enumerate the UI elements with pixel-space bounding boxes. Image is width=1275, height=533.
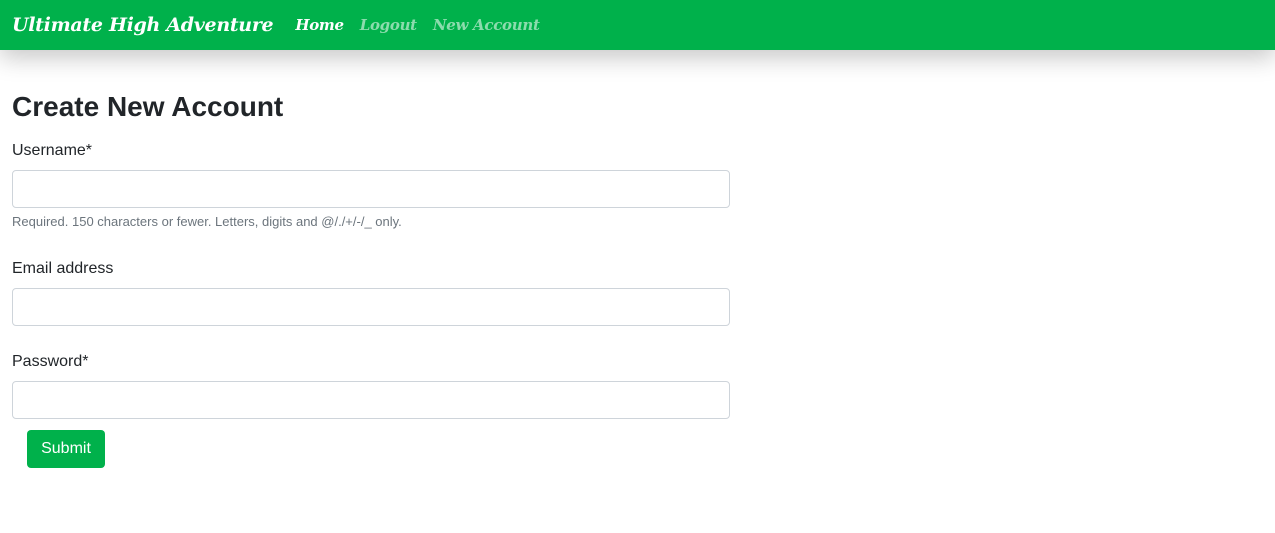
page-title: Create New Account	[12, 91, 284, 122]
password-field-group: Password*	[12, 352, 732, 419]
brand-logo-link[interactable]: Ultimate High Adventure	[12, 14, 274, 36]
email-label: Email address	[12, 260, 114, 277]
password-label: Password*	[12, 353, 89, 370]
username-help-text: Required. 150 characters or fewer. Lette…	[12, 214, 402, 229]
password-input[interactable]	[12, 381, 730, 419]
top-navbar: Ultimate High Adventure Home Logout New …	[0, 0, 1275, 50]
username-label: Username*	[12, 142, 93, 159]
submit-button[interactable]: Submit	[27, 430, 105, 468]
email-field-group: Email address	[12, 259, 732, 326]
nav-link-logout[interactable]: Logout	[360, 16, 417, 34]
username-input[interactable]	[12, 170, 730, 208]
nav-link-new-account[interactable]: New Account	[433, 16, 540, 34]
email-input[interactable]	[12, 288, 730, 326]
nav-link-home[interactable]: Home	[295, 16, 344, 34]
username-field-group: Username* Required. 150 characters or fe…	[12, 141, 732, 230]
main-content: Create New Account Username* Required. 1…	[12, 90, 732, 468]
